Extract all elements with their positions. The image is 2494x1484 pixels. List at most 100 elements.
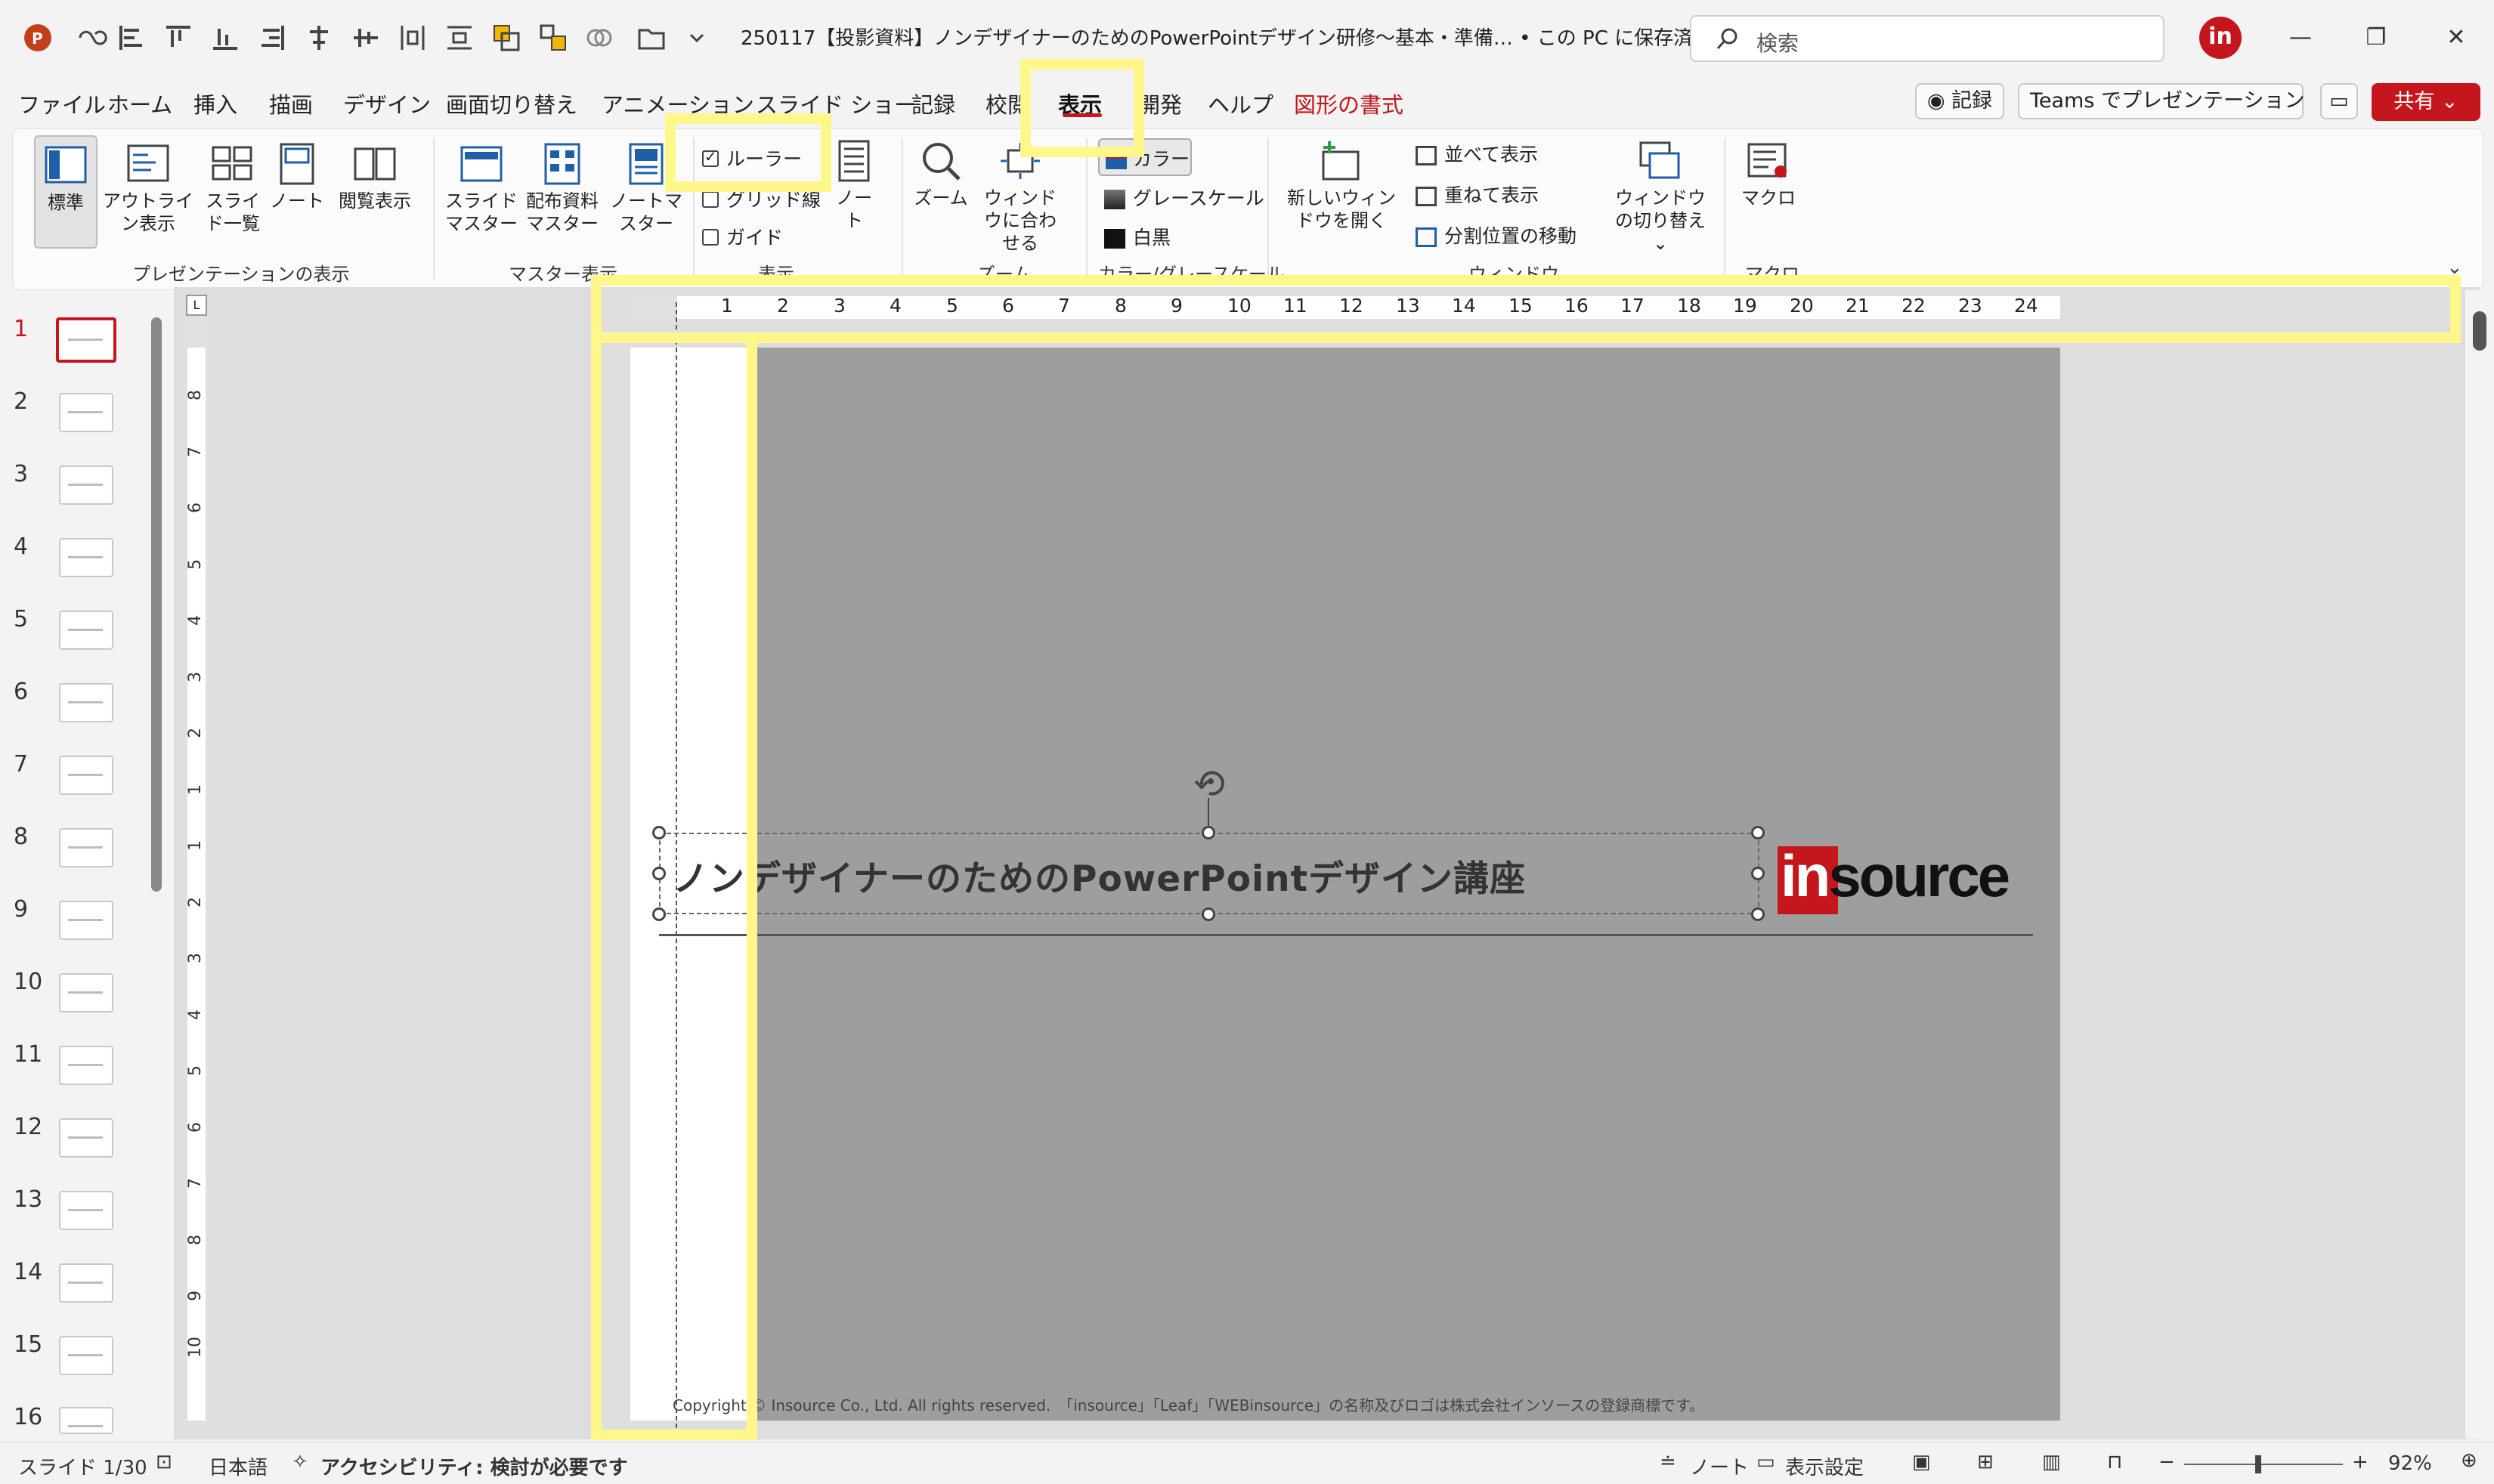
zoom-button[interactable]: ズーム [911,140,971,209]
share-button[interactable]: 共有 ⌄ [2372,83,2480,121]
slide-thumbnail[interactable] [59,1407,113,1434]
tab-record[interactable]: 記録 [911,88,955,119]
tab-home[interactable]: ホーム [107,88,172,119]
notes-button[interactable]: ノート [835,140,873,232]
reading-view-status-icon[interactable]: ▥ [2042,1451,2061,1473]
align-bottom-icon[interactable] [209,21,242,54]
slide-thumbnail[interactable] [59,1263,113,1303]
slide-title[interactable]: ノンデザイナーのためのPowerPointデザイン講座 [673,849,1526,901]
spelling-icon[interactable]: ⊡ [156,1451,172,1473]
tab-shape-format[interactable]: 図形の書式 [1294,88,1403,119]
distribute-horizontal-icon[interactable] [396,21,429,54]
tab-developer[interactable]: 開発 [1138,88,1182,119]
editor-scroll-thumb[interactable] [2473,311,2486,351]
slide-thumbnail[interactable] [59,756,113,795]
new-window-button[interactable]: 新しいウィンドウを開く [1279,140,1403,232]
thumbnail-scrollbar[interactable] [151,317,162,892]
rotate-handle-icon[interactable] [1191,762,1230,801]
align-middle-icon[interactable] [349,21,382,54]
slide-thumbnail[interactable] [59,1336,113,1375]
restore-button[interactable]: ❐ [2353,17,2399,59]
slide-thumbnail[interactable] [59,828,113,867]
reading-view-button[interactable]: 閲覧表示 [333,143,416,212]
zoom-in-button[interactable]: + [2352,1451,2369,1473]
editor-scrollbar[interactable] [2465,290,2488,1439]
handout-master-button[interactable]: 配布資料マスター [521,143,604,235]
fit-slide-icon[interactable]: ⊕ [2461,1449,2477,1472]
slide-thumbnail[interactable] [59,538,113,577]
black-white-button[interactable]: 白黒 [1104,223,1171,250]
notes-page-button[interactable]: ノート [270,143,324,212]
slide-thumbnail[interactable] [59,973,113,1013]
macros-button[interactable]: マクロ [1734,140,1802,209]
gridlines-checkbox-box[interactable] [702,191,719,208]
language-indicator[interactable]: 日本語 [209,1452,268,1480]
grayscale-button[interactable]: グレースケール [1104,184,1264,211]
slide-sorter-status-icon[interactable]: ⊞ [1977,1451,1994,1473]
distribute-vertical-icon[interactable] [443,21,476,54]
slide-thumbnail[interactable] [59,1046,113,1085]
resize-handle[interactable] [1202,826,1215,839]
guides-checkbox[interactable]: ガイド [702,223,783,250]
tab-selector-icon[interactable]: L [186,295,207,316]
customize-qat-icon[interactable] [680,21,713,54]
slide-thumbnail[interactable] [59,393,113,432]
slide-master-button[interactable]: スライドマスター [444,143,519,235]
tab-transitions[interactable]: 画面切り替え [446,88,577,119]
display-settings-button[interactable]: 表示設定 [1785,1452,1864,1480]
tab-file[interactable]: ファイル [18,88,106,119]
guides-checkbox-box[interactable] [702,229,719,246]
tab-insert[interactable]: 挿入 [193,88,237,119]
accessibility-status[interactable]: アクセシビリティ: 検討が必要です [320,1452,628,1480]
align-top-icon[interactable] [162,21,195,54]
notes-master-icon [629,143,664,185]
outline-view-label: アウトライン表示 [103,190,193,234]
tab-help[interactable]: ヘルプ [1208,88,1273,119]
avatar[interactable]: in [2199,17,2242,59]
shape-merge-icon[interactable] [582,21,615,54]
slide-thumbnail[interactable] [59,611,113,650]
bring-forward-icon[interactable] [490,21,523,54]
teams-present-button[interactable]: Teams でプレゼンテーション [2018,83,2304,119]
resize-handle[interactable] [1751,826,1765,839]
tab-draw[interactable]: 描画 [269,88,313,119]
slide-sorter-button[interactable]: スライド一覧 [199,143,267,235]
switch-windows-button[interactable]: ウィンドウの切り替え ⌄ [1612,140,1709,255]
resize-handle[interactable] [1202,907,1215,921]
slide-counter[interactable]: スライド 1/30 [18,1452,147,1480]
record-button[interactable]: ◉ 記録 [1915,83,2004,119]
search-box[interactable]: 検索 [1690,15,2164,62]
align-center-icon[interactable] [302,21,336,54]
open-folder-icon[interactable] [635,21,668,54]
slide-thumbnail[interactable] [56,317,116,363]
document-title[interactable]: 250117【投影資料】ノンデザイナーのためのPowerPointデザイン研修～… [741,23,1735,51]
arrange-all-button[interactable]: 並べて表示 [1416,140,1538,167]
move-split-button[interactable]: 分割位置の移動 [1416,221,1577,249]
zoom-out-button[interactable]: − [2158,1451,2175,1473]
cascade-button[interactable]: 重ねて表示 [1416,181,1539,208]
outline-view-button[interactable]: アウトライン表示 [102,143,194,235]
normal-view-button[interactable]: 標準 [34,135,97,249]
tab-design[interactable]: デザイン [343,88,431,119]
close-button[interactable]: ✕ [2434,17,2479,59]
comments-button[interactable]: ▭ [2320,83,2358,119]
zoom-slider-thumb[interactable] [2255,1455,2261,1473]
resize-handle[interactable] [1751,867,1765,880]
notes-toggle[interactable]: ノート [1690,1452,1749,1480]
zoom-level[interactable]: 92% [2388,1452,2432,1475]
minimize-button[interactable]: — [2278,17,2323,59]
align-right-icon[interactable] [255,21,289,54]
normal-view-status-icon[interactable]: ▣ [1912,1451,1931,1473]
slide-number: 6 [14,679,29,705]
zoom-slider[interactable] [2184,1464,2343,1465]
slide-thumbnail[interactable] [59,1191,113,1230]
loop-icon[interactable] [74,21,107,54]
resize-handle[interactable] [1751,907,1765,921]
slide-thumbnail[interactable] [59,901,113,940]
slideshow-status-icon[interactable]: ⊓ [2107,1451,2122,1473]
slide-thumbnail[interactable] [59,683,113,722]
slide-thumbnail[interactable] [59,1118,113,1158]
slide-thumbnail[interactable] [59,465,113,505]
align-left-icon[interactable] [115,21,148,54]
group-icon[interactable] [537,21,570,54]
